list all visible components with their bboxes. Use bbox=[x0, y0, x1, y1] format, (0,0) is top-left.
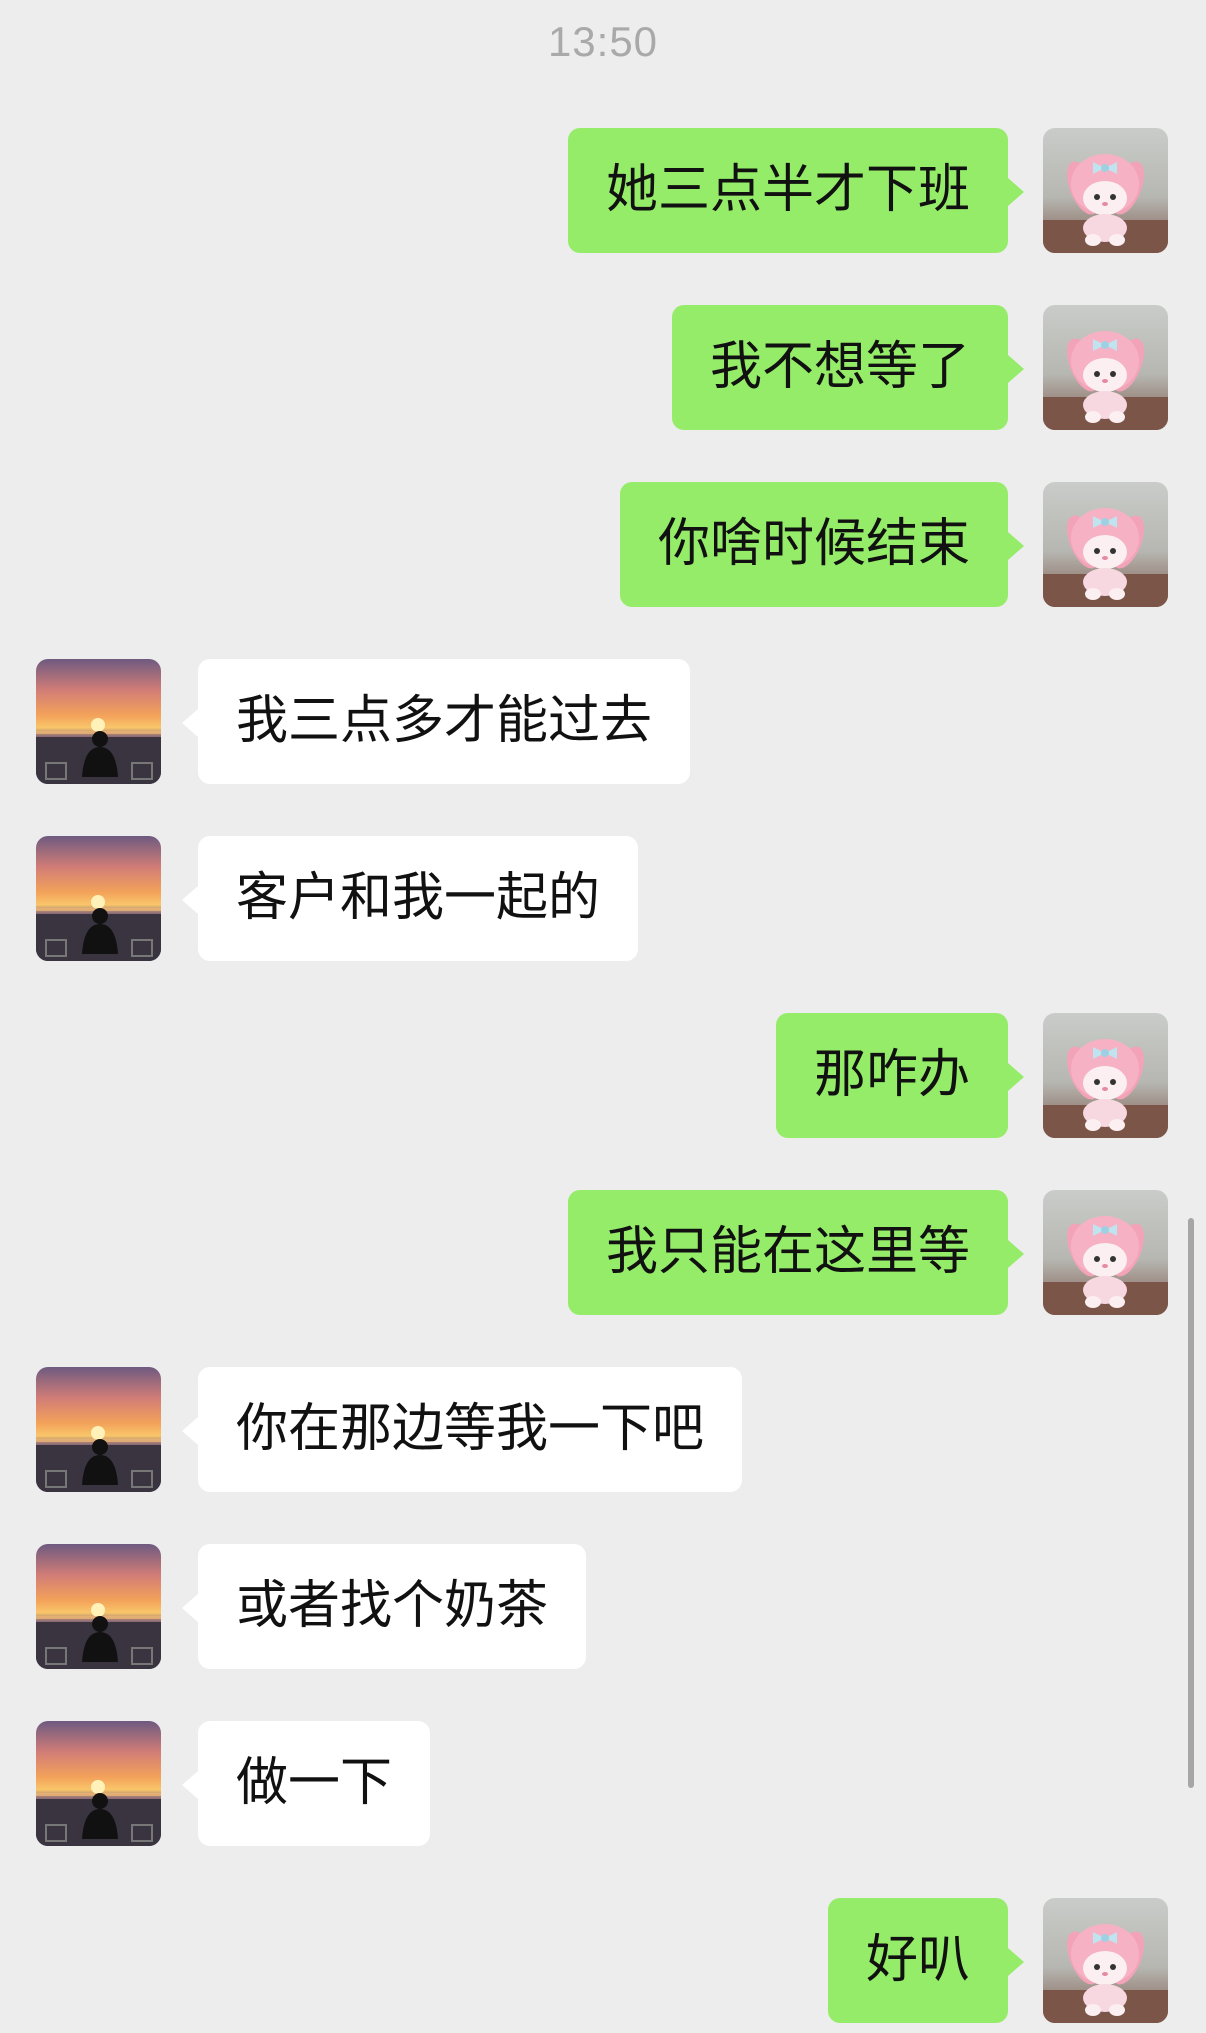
message-bubble[interactable]: 她三点半才下班 bbox=[567, 128, 1025, 253]
avatar-self[interactable] bbox=[1043, 128, 1168, 253]
message-row-sent: 我只能在这里等 bbox=[0, 1190, 1206, 1315]
avatar-self[interactable] bbox=[1043, 1013, 1168, 1138]
message-row-received: 客户和我一起的 bbox=[0, 836, 1206, 961]
avatar-self[interactable] bbox=[1043, 305, 1168, 430]
message-row-received: 我三点多才能过去 bbox=[0, 659, 1206, 784]
message-row-sent: 我不想等了 bbox=[0, 305, 1206, 430]
message-bubble[interactable]: 你啥时候结束 bbox=[619, 482, 1025, 607]
avatar-contact[interactable] bbox=[36, 659, 161, 784]
avatar-contact[interactable] bbox=[36, 1721, 161, 1846]
avatar-contact[interactable] bbox=[36, 1544, 161, 1669]
message-row-sent: 那咋办 bbox=[0, 1013, 1206, 1138]
scrollbar[interactable] bbox=[1188, 1218, 1194, 1788]
message-bubble[interactable]: 做一下 bbox=[181, 1721, 431, 1846]
message-row-received: 或者找个奶茶 bbox=[0, 1544, 1206, 1669]
message-bubble[interactable]: 好叭 bbox=[827, 1898, 1025, 2023]
message-bubble[interactable]: 客户和我一起的 bbox=[181, 836, 639, 961]
message-row-sent: 好叭 bbox=[0, 1898, 1206, 2023]
message-bubble[interactable]: 我三点多才能过去 bbox=[181, 659, 691, 784]
message-bubble[interactable]: 我只能在这里等 bbox=[567, 1190, 1025, 1315]
message-row-received: 做一下 bbox=[0, 1721, 1206, 1846]
message-bubble[interactable]: 我不想等了 bbox=[671, 305, 1025, 430]
message-row-sent: 你啥时候结束 bbox=[0, 482, 1206, 607]
message-bubble[interactable]: 那咋办 bbox=[775, 1013, 1025, 1138]
message-bubble[interactable]: 你在那边等我一下吧 bbox=[181, 1367, 743, 1492]
avatar-self[interactable] bbox=[1043, 1190, 1168, 1315]
avatar-contact[interactable] bbox=[36, 1367, 161, 1492]
message-bubble[interactable]: 或者找个奶茶 bbox=[181, 1544, 587, 1669]
avatar-self[interactable] bbox=[1043, 482, 1168, 607]
message-row-sent: 她三点半才下班 bbox=[0, 128, 1206, 253]
message-list[interactable]: 她三点半才下班 我不想等了 你啥时候结束 我三点多才能过去 客户和我一起的 那咋… bbox=[0, 0, 1206, 2033]
avatar-self[interactable] bbox=[1043, 1898, 1168, 2023]
avatar-contact[interactable] bbox=[36, 836, 161, 961]
message-row-received: 你在那边等我一下吧 bbox=[0, 1367, 1206, 1492]
